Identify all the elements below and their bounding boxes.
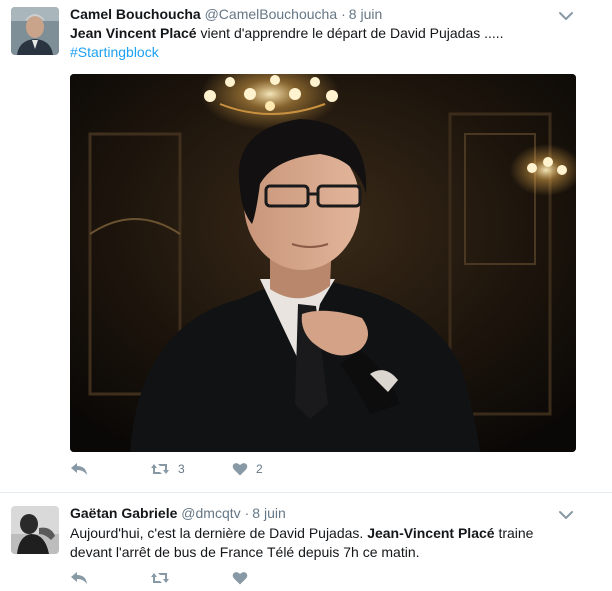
hashtag-link[interactable]: #Startingblock [70, 44, 159, 60]
more-options-button[interactable] [558, 508, 574, 522]
retweet-button[interactable] [150, 571, 170, 585]
tweet-text-body: devant l'arrêt de bus de France Télé dep… [70, 544, 420, 560]
tweet-text-body: Aujourd'hui, c'est la dernière de David … [70, 525, 368, 541]
retweet-count: 3 [178, 462, 185, 476]
reply-button[interactable] [70, 571, 88, 585]
tweet-text-body: vient d'apprendre le départ de David Puj… [196, 25, 504, 41]
avatar[interactable] [11, 7, 59, 55]
like-count: 2 [256, 462, 263, 476]
author-handle[interactable]: @dmcqtv [181, 505, 240, 521]
separator-dot: · [244, 505, 250, 521]
tweet[interactable]: Gaëtan Gabriele @dmcqtv · 8 juin Aujourd'h… [0, 492, 612, 585]
author-name[interactable]: Camel Bouchoucha [70, 6, 201, 22]
retweet-icon [151, 573, 169, 583]
tweet-text: Jean Vincent Placé vient d'apprendre le … [70, 24, 590, 62]
mention-link[interactable]: Jean-Vincent Placé [367, 525, 494, 541]
reply-button[interactable] [70, 462, 88, 476]
chevron-down-icon [559, 12, 573, 20]
more-options-button[interactable] [558, 9, 574, 23]
tweet-text-body: traine [494, 525, 534, 541]
retweet-icon [151, 464, 169, 474]
tweet-timestamp[interactable]: 8 juin [252, 505, 285, 521]
separator-dot: · [341, 6, 346, 22]
like-button[interactable]: 2 [232, 462, 263, 476]
tweet-header: Camel Bouchoucha @CamelBouchoucha · 8 juin [70, 6, 382, 22]
chevron-down-icon [559, 511, 573, 519]
reply-icon [71, 572, 87, 584]
tweet[interactable]: Camel Bouchoucha @CamelBouchoucha · 8 juin… [0, 0, 612, 492]
reply-icon [71, 463, 87, 475]
avatar[interactable] [11, 506, 59, 554]
heart-icon [232, 463, 248, 476]
tweet-timestamp[interactable]: 8 juin [349, 6, 382, 22]
tweet-header: Gaëtan Gabriele @dmcqtv · 8 juin [70, 505, 286, 521]
tweet-photo[interactable] [70, 74, 576, 452]
retweet-button[interactable]: 3 [150, 462, 185, 476]
author-handle[interactable]: @CamelBouchoucha [205, 6, 338, 22]
mention-link[interactable]: Jean Vincent Placé [70, 25, 197, 41]
heart-icon [232, 572, 248, 585]
like-button[interactable] [232, 571, 248, 585]
tweet-text: Aujourd'hui, c'est la dernière de David … [70, 524, 600, 562]
author-name[interactable]: Gaëtan Gabriele [70, 505, 177, 521]
